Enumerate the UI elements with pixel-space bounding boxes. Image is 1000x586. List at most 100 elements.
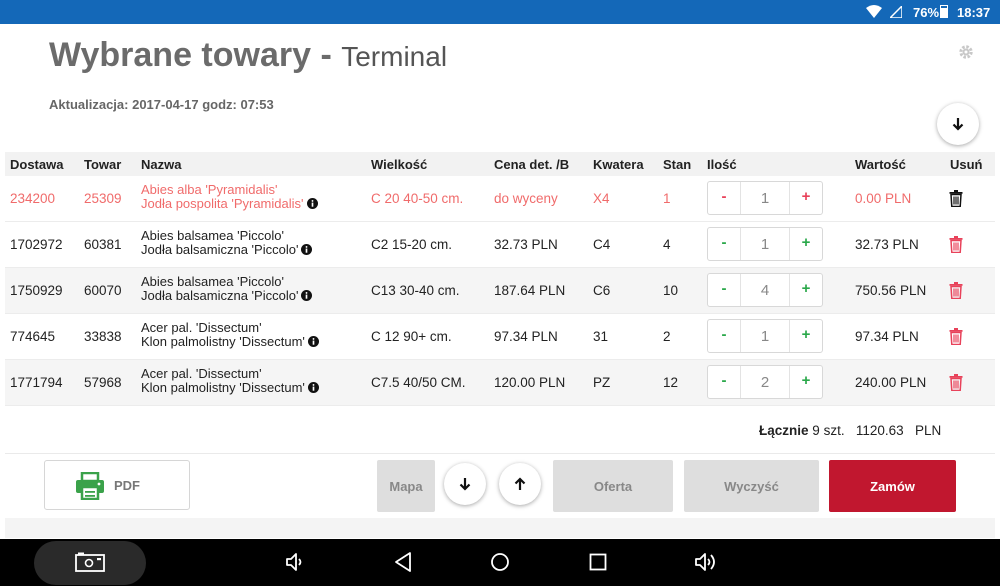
trash-icon[interactable] xyxy=(949,328,963,345)
quantity-stepper: - 1 + xyxy=(707,227,823,261)
cell-kwatera: C4 xyxy=(593,237,611,252)
move-up-button[interactable] xyxy=(499,463,541,505)
totals-unit: szt. xyxy=(823,423,845,438)
name-latin: Abies alba 'Pyramidalis' xyxy=(141,182,278,197)
map-button[interactable]: Mapa xyxy=(377,460,435,512)
qty-value[interactable]: 1 xyxy=(740,236,790,253)
trash-icon[interactable] xyxy=(949,190,963,207)
cell-nazwa: Acer pal. 'Dissectum' Klon palmolistny '… xyxy=(141,321,319,349)
clear-button[interactable]: Wyczyść xyxy=(684,460,819,512)
cell-dostawa: 1771794 xyxy=(10,375,63,390)
scroll-down-button[interactable] xyxy=(937,103,979,145)
cell-wielkosc: C 12 90+ cm. xyxy=(371,329,452,344)
qty-value[interactable]: 2 xyxy=(740,374,790,391)
quantity-stepper: - 1 + xyxy=(707,181,823,215)
divider xyxy=(5,453,995,454)
gear-icon[interactable] xyxy=(958,44,974,60)
qty-plus-button[interactable]: + xyxy=(789,366,822,398)
qty-plus-button[interactable]: + xyxy=(789,274,822,306)
trash-icon[interactable] xyxy=(949,236,963,253)
cell-towar: 60381 xyxy=(84,237,122,252)
sim-icon xyxy=(890,6,902,18)
cell-kwatera: X4 xyxy=(593,191,610,206)
pdf-label: PDF xyxy=(114,478,140,493)
table-row: 1750929 60070 Abies balsamea 'Piccolo' J… xyxy=(5,268,995,314)
update-timestamp: Aktualizacja: 2017-04-17 godz: 07:53 xyxy=(49,97,274,112)
info-icon[interactable] xyxy=(301,244,313,255)
qty-minus-button[interactable]: - xyxy=(708,274,741,306)
cell-cena: do wyceny xyxy=(494,191,558,206)
table-row: 234200 25309 Abies alba 'Pyramidalis' Jo… xyxy=(5,176,995,222)
cell-wartosc: 32.73 PLN xyxy=(855,237,919,252)
qty-value[interactable]: 4 xyxy=(740,282,790,299)
quantity-stepper: - 1 + xyxy=(707,319,823,353)
totals-label: Łącznie xyxy=(759,423,809,438)
cell-nazwa: Abies alba 'Pyramidalis' Jodła pospolita… xyxy=(141,183,318,211)
col-nazwa: Nazwa xyxy=(141,157,182,172)
battery-level: 76% xyxy=(913,5,940,20)
qty-minus-button[interactable]: - xyxy=(708,366,741,398)
cell-kwatera: C6 xyxy=(593,283,611,298)
qty-plus-button[interactable]: + xyxy=(789,320,822,352)
volume-up-icon[interactable] xyxy=(693,551,719,573)
back-icon[interactable] xyxy=(393,551,413,573)
col-wartosc: Wartość xyxy=(855,157,906,172)
pdf-button[interactable]: PDF xyxy=(44,460,190,510)
recents-icon[interactable] xyxy=(589,553,607,571)
name-latin: Acer pal. 'Dissectum' xyxy=(141,320,262,335)
arrow-down-icon xyxy=(459,478,471,491)
name-latin: Abies balsamea 'Piccolo' xyxy=(141,228,284,243)
home-icon[interactable] xyxy=(490,552,510,572)
col-ilosc: Ilość xyxy=(707,157,737,172)
quantity-stepper: - 2 + xyxy=(707,365,823,399)
cell-stan: 1 xyxy=(663,191,671,206)
cell-wielkosc: C2 15-20 cm. xyxy=(371,237,453,252)
qty-minus-button[interactable]: - xyxy=(708,182,741,214)
status-time: 18:37 xyxy=(957,5,991,20)
cell-wielkosc: C7.5 40/50 CM. xyxy=(371,375,466,390)
order-button[interactable]: Zamów xyxy=(829,460,956,512)
cell-dostawa: 774645 xyxy=(10,329,56,344)
name-polish: Jodła balsamiczna 'Piccolo' xyxy=(141,288,299,303)
info-icon[interactable] xyxy=(307,382,319,393)
cell-towar: 25309 xyxy=(84,191,122,206)
order-totals: Łącznie 9 szt. 1120.63 PLN xyxy=(759,423,941,438)
qty-value[interactable]: 1 xyxy=(740,190,790,207)
name-polish-line: Jodła balsamiczna 'Piccolo' xyxy=(141,242,313,257)
info-icon[interactable] xyxy=(301,290,313,301)
cell-kwatera: 31 xyxy=(593,329,609,344)
wifi-icon xyxy=(866,5,882,18)
info-icon[interactable] xyxy=(306,198,318,209)
page-subtitle: Terminal xyxy=(341,41,448,72)
col-dostawa: Dostawa xyxy=(10,157,64,172)
cell-wartosc: 0.00 PLN xyxy=(855,191,912,206)
cell-dostawa: 234200 xyxy=(10,191,56,206)
cell-wartosc: 750.56 PLN xyxy=(855,283,927,298)
table-row: 774645 33838 Acer pal. 'Dissectum' Klon … xyxy=(5,314,995,360)
move-down-button[interactable] xyxy=(444,463,486,505)
trash-icon[interactable] xyxy=(949,374,963,391)
cell-wielkosc: C 20 40-50 cm. xyxy=(371,191,464,206)
cell-cena: 97.34 PLN xyxy=(494,329,558,344)
cell-nazwa: Acer pal. 'Dissectum' Klon palmolistny '… xyxy=(141,367,319,395)
info-icon[interactable] xyxy=(307,336,319,347)
col-usun: Usuń xyxy=(950,157,983,172)
qty-plus-button[interactable]: + xyxy=(789,182,822,214)
camera-icon[interactable] xyxy=(75,552,105,572)
qty-value[interactable]: 1 xyxy=(740,328,790,345)
volume-down-icon[interactable] xyxy=(284,551,306,573)
qty-minus-button[interactable]: - xyxy=(708,320,741,352)
cell-cena: 187.64 PLN xyxy=(494,283,566,298)
totals-amount: 1120.63 xyxy=(855,423,904,438)
qty-minus-button[interactable]: - xyxy=(708,228,741,260)
trash-icon[interactable] xyxy=(949,282,963,299)
offer-button[interactable]: Oferta xyxy=(553,460,673,512)
col-towar: Towar xyxy=(84,157,122,172)
footer-strip xyxy=(5,518,995,538)
qty-plus-button[interactable]: + xyxy=(789,228,822,260)
name-polish: Jodła balsamiczna 'Piccolo' xyxy=(141,242,299,257)
navigation-bar xyxy=(0,539,1000,586)
cell-dostawa: 1702972 xyxy=(10,237,63,252)
cell-wartosc: 97.34 PLN xyxy=(855,329,919,344)
cell-cena: 120.00 PLN xyxy=(494,375,566,390)
